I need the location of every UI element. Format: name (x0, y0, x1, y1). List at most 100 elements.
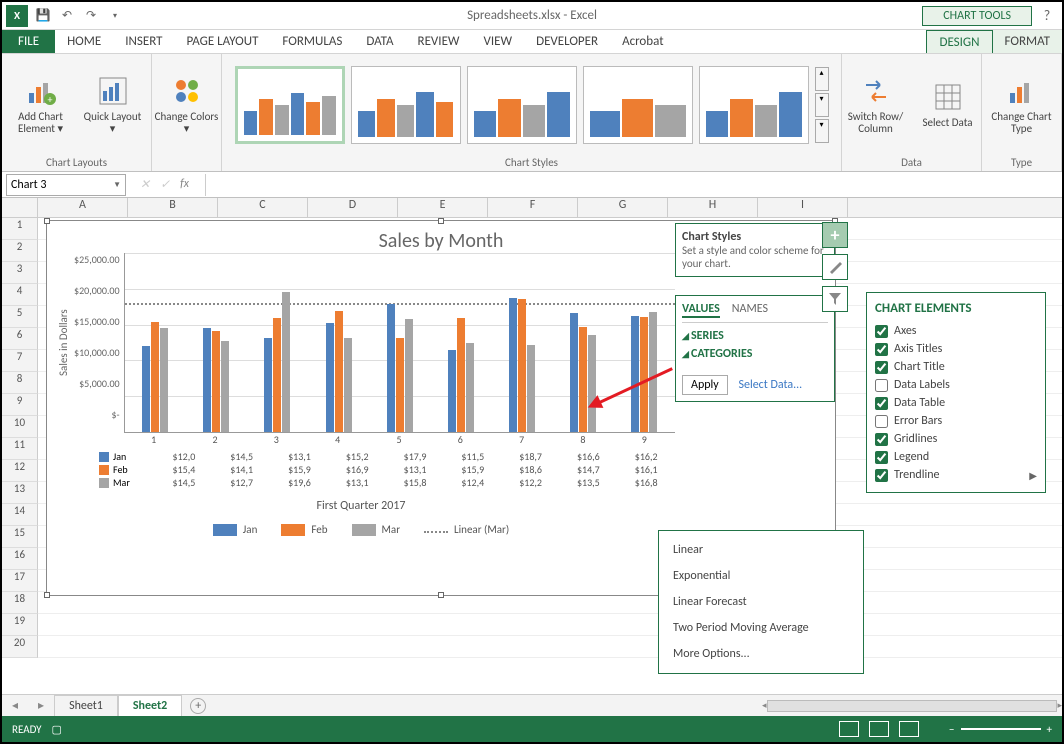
row-header[interactable]: 8 (2, 372, 38, 394)
x-axis-title[interactable]: First Quarter 2017 (47, 499, 675, 513)
bar-jan[interactable] (448, 350, 456, 432)
col-header[interactable]: I (758, 198, 848, 217)
bar-feb[interactable] (396, 338, 404, 432)
checkbox[interactable] (875, 415, 888, 428)
col-header[interactable]: E (398, 198, 488, 217)
zoom-slider[interactable]: − + (949, 723, 1052, 736)
tab-insert[interactable]: INSERT (113, 30, 174, 53)
tab-review[interactable]: REVIEW (406, 30, 472, 53)
checkbox[interactable] (875, 451, 888, 464)
filter-series[interactable]: SERIES (682, 329, 828, 343)
macro-record-icon[interactable]: ▢ (52, 723, 62, 736)
col-header[interactable]: H (668, 198, 758, 217)
bar-jan[interactable] (631, 316, 639, 432)
chart-element-error-bars[interactable]: Error Bars (875, 412, 1037, 430)
row-header[interactable]: 2 (2, 240, 38, 262)
bar-mar[interactable] (221, 341, 229, 432)
row-header[interactable]: 11 (2, 438, 38, 460)
row-header[interactable]: 15 (2, 526, 38, 548)
sheet-tab-sheet1[interactable]: Sheet1 (54, 695, 118, 716)
fx-icon[interactable]: fx (180, 177, 189, 192)
view-page-break-icon[interactable] (899, 721, 919, 737)
row-header[interactable]: 14 (2, 504, 38, 526)
bar-feb[interactable] (457, 318, 465, 432)
bar-feb[interactable] (212, 331, 220, 432)
filter-categories[interactable]: CATEGORIES (682, 347, 828, 361)
chart-element-gridlines[interactable]: Gridlines (875, 430, 1037, 448)
name-box[interactable]: Chart 3▼ (6, 174, 126, 196)
chart-styles-button[interactable] (822, 254, 848, 280)
bar-mar[interactable] (527, 345, 535, 432)
chevron-right-icon[interactable]: ▶ (1029, 469, 1037, 482)
row-header[interactable]: 18 (2, 592, 38, 614)
tab-design[interactable]: DESIGN (926, 30, 992, 53)
chart-styles-gallery[interactable]: ▴ ▾ ▾ (235, 58, 829, 152)
tab-developer[interactable]: DEVELOPER (524, 30, 610, 53)
bar-mar[interactable] (588, 335, 596, 432)
chart-element-axes[interactable]: Axes (875, 322, 1037, 340)
chart-filters-button[interactable] (822, 286, 848, 312)
bar-feb[interactable] (335, 311, 343, 432)
bar-feb[interactable] (579, 327, 587, 432)
trendline-two-period[interactable]: Two Period Moving Average (659, 615, 863, 641)
sheet-nav-next-icon[interactable]: ▸ (28, 698, 54, 713)
tab-formulas[interactable]: FORMULAS (270, 30, 354, 53)
checkbox[interactable] (875, 325, 888, 338)
style-thumb-5[interactable] (699, 66, 809, 144)
checkbox[interactable] (875, 397, 888, 410)
bar-jan[interactable] (142, 346, 150, 432)
confirm-icon[interactable]: ✓ (160, 177, 170, 192)
add-chart-element-button[interactable]: + Add Chart Element ▾ (9, 75, 73, 135)
switch-row-col-button[interactable]: Switch Row/ Column (844, 75, 908, 135)
checkbox[interactable] (875, 379, 888, 392)
row-header[interactable]: 13 (2, 482, 38, 504)
help-icon[interactable]: ? (1032, 7, 1062, 24)
bar-mar[interactable] (405, 319, 413, 432)
bar-mar[interactable] (344, 338, 352, 432)
tab-values[interactable]: VALUES (682, 302, 720, 318)
style-thumb-3[interactable] (467, 66, 577, 144)
apply-button[interactable]: Apply (682, 375, 728, 395)
chart-elements-button[interactable]: + (822, 222, 848, 248)
trendline-linear[interactable]: Linear (659, 537, 863, 563)
row-header[interactable]: 4 (2, 284, 38, 306)
qat-dropdown-icon[interactable]: ▾ (106, 7, 124, 25)
col-header[interactable]: B (128, 198, 218, 217)
row-header[interactable]: 12 (2, 460, 38, 482)
chevron-down-icon[interactable]: ▼ (113, 180, 121, 190)
trendline-more-options[interactable]: More Options... (659, 641, 863, 667)
chart-filter-pane[interactable]: VALUES NAMES SERIES CATEGORIES Apply Sel… (675, 295, 835, 402)
view-page-layout-icon[interactable] (869, 721, 889, 737)
bar-jan[interactable] (570, 313, 578, 432)
checkbox[interactable] (875, 361, 888, 374)
row-header[interactable]: 3 (2, 262, 38, 284)
chart-element-chart-title[interactable]: Chart Title (875, 358, 1037, 376)
bar-jan[interactable] (264, 338, 272, 432)
row-header[interactable]: 17 (2, 570, 38, 592)
style-thumb-2[interactable] (351, 66, 461, 144)
bar-feb[interactable] (518, 299, 526, 432)
checkbox[interactable] (875, 433, 888, 446)
select-data-button[interactable]: Select Data (916, 81, 980, 129)
horizontal-scrollbar[interactable]: ◂▸ (762, 699, 1062, 713)
zoom-in-icon[interactable]: + (1047, 723, 1052, 736)
trendline-exponential[interactable]: Exponential (659, 563, 863, 589)
plot-area[interactable] (124, 253, 675, 433)
select-data-link[interactable]: Select Data... (738, 378, 802, 392)
sheet-tab-sheet2[interactable]: Sheet2 (118, 695, 182, 716)
chart-element-axis-titles[interactable]: Axis Titles (875, 340, 1037, 358)
save-icon[interactable]: 💾 (34, 7, 52, 25)
col-header[interactable]: C (218, 198, 308, 217)
checkbox[interactable] (875, 343, 888, 356)
styles-more-icon[interactable]: ▾ (815, 119, 829, 143)
tab-names[interactable]: NAMES (732, 302, 768, 318)
row-header[interactable]: 20 (2, 636, 38, 658)
bar-mar[interactable] (282, 292, 290, 432)
tab-acrobat[interactable]: Acrobat (610, 30, 676, 53)
col-header[interactable]: F (488, 198, 578, 217)
undo-icon[interactable]: ↶ (58, 7, 76, 25)
styles-scroll-down-icon[interactable]: ▾ (815, 93, 829, 117)
quick-layout-button[interactable]: Quick Layout ▾ (81, 75, 145, 135)
tab-page-layout[interactable]: PAGE LAYOUT (175, 30, 271, 53)
row-header[interactable]: 6 (2, 328, 38, 350)
